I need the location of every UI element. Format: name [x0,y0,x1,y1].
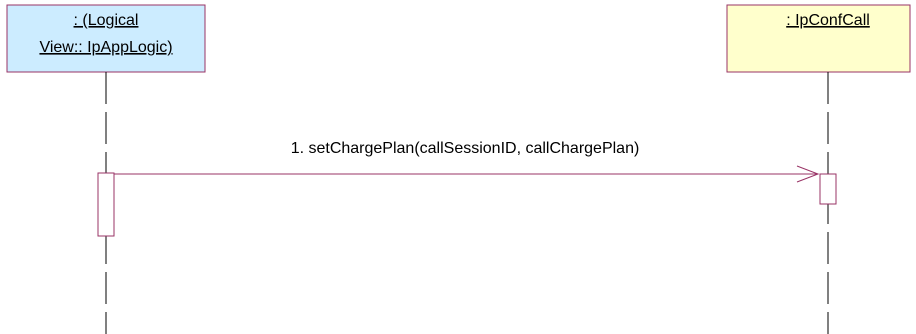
participant-label-line-2: View:: IpAppLogic) [39,39,172,56]
sequence-diagram: : (Logical View:: IpAppLogic) : IpConfCa… [6,4,911,334]
participant-label-line-1: : (Logical [74,12,139,29]
activation-bar-logical-view-ipapplogic [97,172,115,237]
participant-label-ipconfcall: : IpConfCall [786,12,870,29]
activation-bar-ipconfcall [819,173,837,205]
message-label: 1. setChargePlan(callSessionID, callChar… [291,140,640,157]
message-1: 1. setChargePlan(callSessionID, callChar… [114,140,820,183]
participant-ipconfcall: : IpConfCall [726,4,911,73]
participant-logical-view-ipapplogic: : (Logical View:: IpAppLogic) [6,4,206,73]
